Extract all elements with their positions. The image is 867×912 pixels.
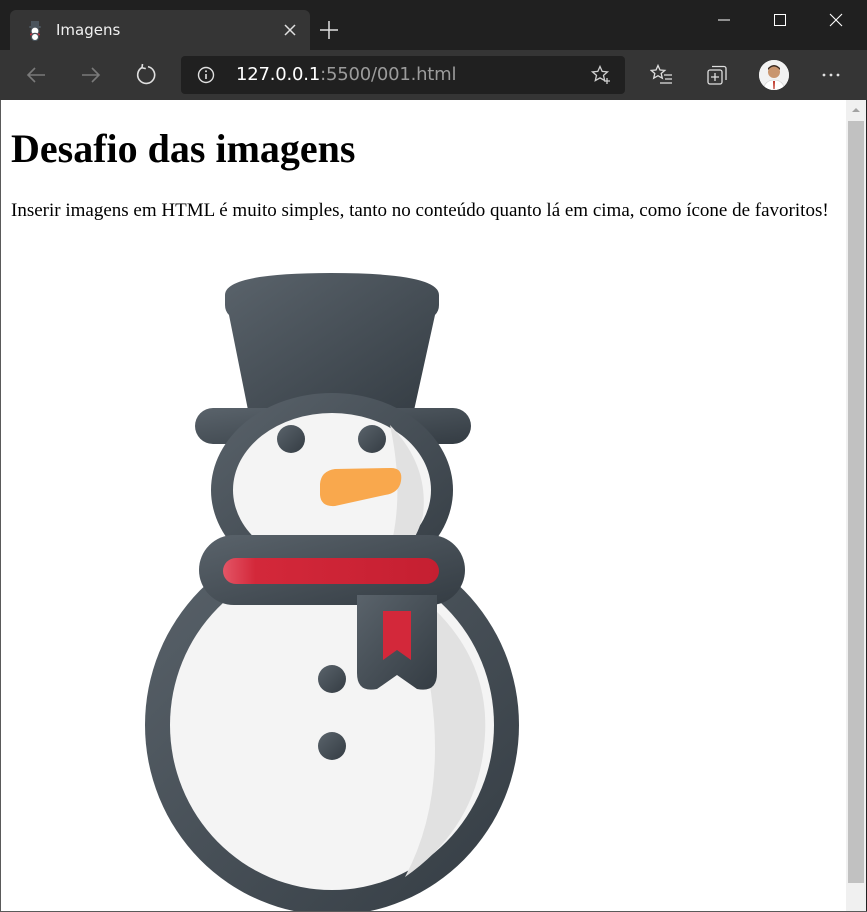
scroll-up-arrow-icon bbox=[852, 108, 860, 112]
url-host: 127.0.0.1 bbox=[236, 64, 321, 85]
maximize-button[interactable] bbox=[752, 0, 808, 40]
profile-avatar[interactable] bbox=[759, 60, 789, 90]
tab-title: Imagens bbox=[56, 21, 121, 39]
vertical-scrollbar[interactable] bbox=[846, 100, 866, 911]
address-bar[interactable]: 127.0.0.1:5500/001.html bbox=[181, 56, 625, 94]
refresh-button[interactable] bbox=[133, 62, 159, 88]
add-favorite-star-icon[interactable] bbox=[591, 65, 611, 85]
browser-tab[interactable]: Imagens bbox=[10, 10, 310, 50]
favorites-list-icon bbox=[650, 63, 672, 84]
snowman-favicon-icon bbox=[29, 21, 41, 41]
maximize-icon bbox=[774, 14, 786, 26]
browser-toolbar: 127.0.0.1:5500/001.html bbox=[0, 50, 867, 100]
new-tab-icon[interactable] bbox=[318, 19, 340, 41]
site-info-icon[interactable] bbox=[197, 66, 215, 84]
window-left-border bbox=[0, 100, 1, 912]
profile-avatar-icon bbox=[759, 60, 789, 90]
collections-button[interactable] bbox=[704, 62, 730, 88]
page-heading: Desafio das imagens bbox=[11, 126, 356, 171]
back-button[interactable] bbox=[23, 62, 49, 88]
minimize-icon bbox=[718, 19, 730, 21]
title-bar: Imagens bbox=[0, 0, 867, 50]
page-content: Desafio das imagens Inserir imagens em H… bbox=[1, 100, 846, 230]
tab-close-icon[interactable] bbox=[282, 22, 298, 38]
snowman-image bbox=[145, 273, 519, 911]
forward-arrow-icon bbox=[82, 67, 101, 83]
back-arrow-icon bbox=[26, 67, 45, 83]
collections-icon bbox=[707, 65, 727, 85]
scrollbar-thumb[interactable] bbox=[848, 121, 864, 883]
close-window-button[interactable] bbox=[808, 0, 864, 40]
refresh-icon bbox=[136, 63, 156, 85]
intro-paragraph: Inserir imagens em HTML é muito simples,… bbox=[11, 200, 829, 221]
url-text[interactable]: 127.0.0.1:5500/001.html bbox=[236, 64, 456, 85]
scroll-up-button[interactable] bbox=[846, 100, 866, 120]
minimize-button[interactable] bbox=[696, 0, 752, 40]
page-viewport: Desafio das imagens Inserir imagens em H… bbox=[1, 100, 846, 911]
favorites-button[interactable] bbox=[649, 62, 675, 88]
more-menu-button[interactable] bbox=[818, 62, 844, 88]
more-menu-icon bbox=[822, 73, 840, 77]
forward-button[interactable] bbox=[78, 62, 104, 88]
url-path: :5500/001.html bbox=[320, 64, 457, 85]
close-icon bbox=[829, 13, 843, 27]
